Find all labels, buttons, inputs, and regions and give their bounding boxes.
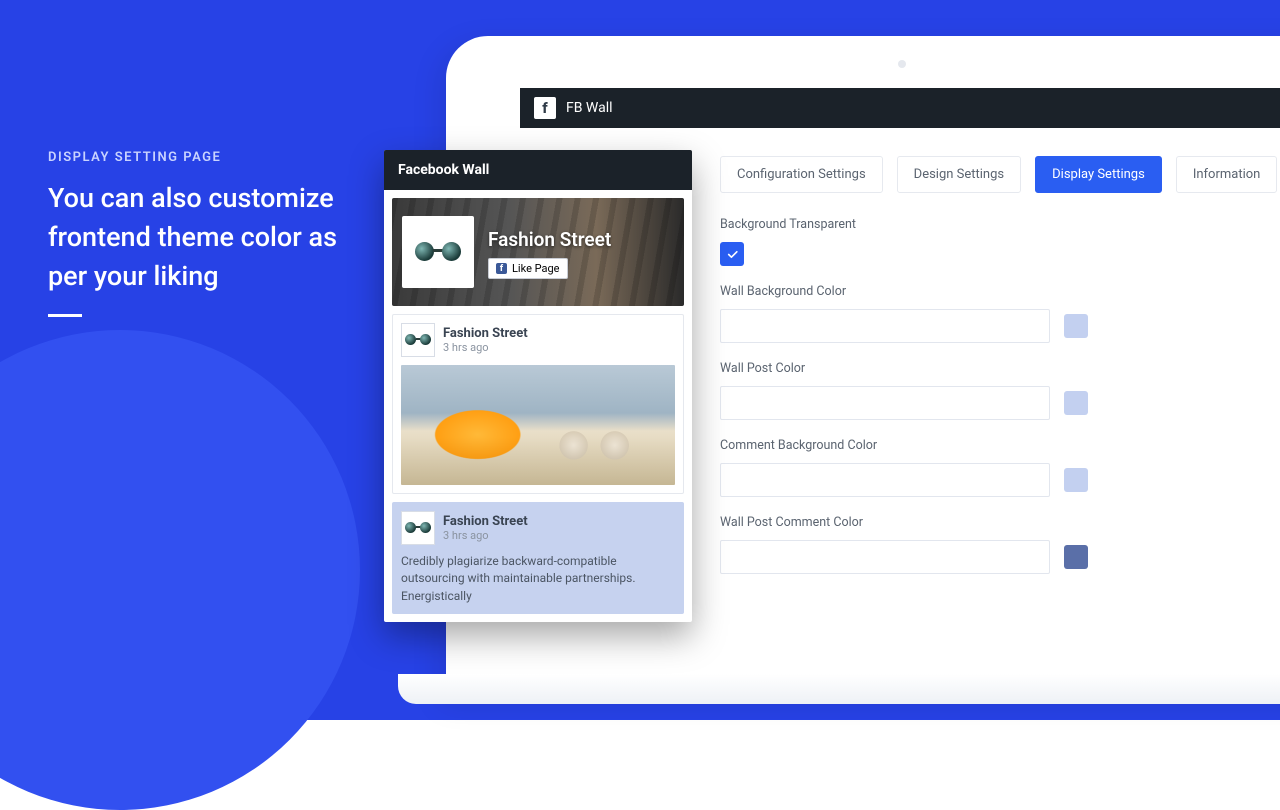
page-name: Fashion Street xyxy=(488,228,611,251)
post-author: Fashion Street xyxy=(443,514,528,529)
post-time: 3 hrs ago xyxy=(443,341,528,354)
post-card: Fashion Street 3 hrs ago Credibly plagia… xyxy=(392,502,684,614)
like-page-button[interactable]: f Like Page xyxy=(488,258,568,279)
promo-rule xyxy=(48,314,82,317)
camera-dot xyxy=(898,60,906,68)
like-page-label: Like Page xyxy=(512,262,560,275)
post-time: 3 hrs ago xyxy=(443,529,528,542)
preview-title: Facebook Wall xyxy=(384,150,692,190)
input-comment-bg-color[interactable] xyxy=(720,463,1050,497)
post-text: Credibly plagiarize backward-compatible … xyxy=(401,553,675,605)
tab-design-settings[interactable]: Design Settings xyxy=(897,156,1021,193)
input-wall-bg-color[interactable] xyxy=(720,309,1050,343)
check-icon xyxy=(726,248,739,261)
post-avatar xyxy=(401,323,435,357)
admin-header: f FB Wall xyxy=(520,88,1280,128)
facebook-icon: f xyxy=(496,263,507,274)
label-comment-bg-color: Comment Background Color xyxy=(720,438,1140,453)
sunglasses-icon xyxy=(415,242,461,262)
facebook-icon: f xyxy=(534,97,556,119)
tab-information[interactable]: Information xyxy=(1176,156,1278,193)
sunglasses-icon xyxy=(405,334,431,346)
promo-headline: You can also customize frontend theme co… xyxy=(48,179,338,296)
field-wall-post-comment-color: Wall Post Comment Color xyxy=(720,515,1140,574)
facebook-wall-preview: Facebook Wall Fashion Street f Like Page… xyxy=(384,150,692,622)
input-wall-post-comment-color[interactable] xyxy=(720,540,1050,574)
field-comment-bg-color: Comment Background Color xyxy=(720,438,1140,497)
field-wall-bg-color: Wall Background Color xyxy=(720,284,1140,343)
tab-display-settings[interactable]: Display Settings xyxy=(1035,156,1162,193)
app-title: FB Wall xyxy=(566,100,613,116)
post-author: Fashion Street xyxy=(443,326,528,341)
post-photo xyxy=(401,365,675,485)
label-wall-post-color: Wall Post Color xyxy=(720,361,1140,376)
label-wall-bg-color: Wall Background Color xyxy=(720,284,1140,299)
label-background-transparent: Background Transparent xyxy=(720,217,1140,232)
promo-kicker: DISPLAY SETTING PAGE xyxy=(48,150,338,165)
sunglasses-icon xyxy=(405,522,431,534)
laptop-base xyxy=(398,674,1280,704)
page-avatar xyxy=(402,216,474,288)
bg-blob xyxy=(0,330,360,810)
input-wall-post-color[interactable] xyxy=(720,386,1050,420)
swatch-wall-post-comment-color[interactable] xyxy=(1064,545,1088,569)
swatch-wall-bg-color[interactable] xyxy=(1064,314,1088,338)
preview-body: Fashion Street f Like Page Fashion Stree… xyxy=(384,190,692,622)
stage: DISPLAY SETTING PAGE You can also custom… xyxy=(0,0,1280,720)
field-background-transparent: Background Transparent xyxy=(720,217,1140,266)
cover-photo: Fashion Street f Like Page xyxy=(392,198,684,306)
promo-block: DISPLAY SETTING PAGE You can also custom… xyxy=(48,150,338,317)
checkbox-background-transparent[interactable] xyxy=(720,242,744,266)
post-card: Fashion Street 3 hrs ago xyxy=(392,314,684,494)
swatch-comment-bg-color[interactable] xyxy=(1064,468,1088,492)
swatch-wall-post-color[interactable] xyxy=(1064,391,1088,415)
field-wall-post-color: Wall Post Color xyxy=(720,361,1140,420)
post-avatar xyxy=(401,511,435,545)
label-wall-post-comment-color: Wall Post Comment Color xyxy=(720,515,1140,530)
tab-configuration-settings[interactable]: Configuration Settings xyxy=(720,156,883,193)
